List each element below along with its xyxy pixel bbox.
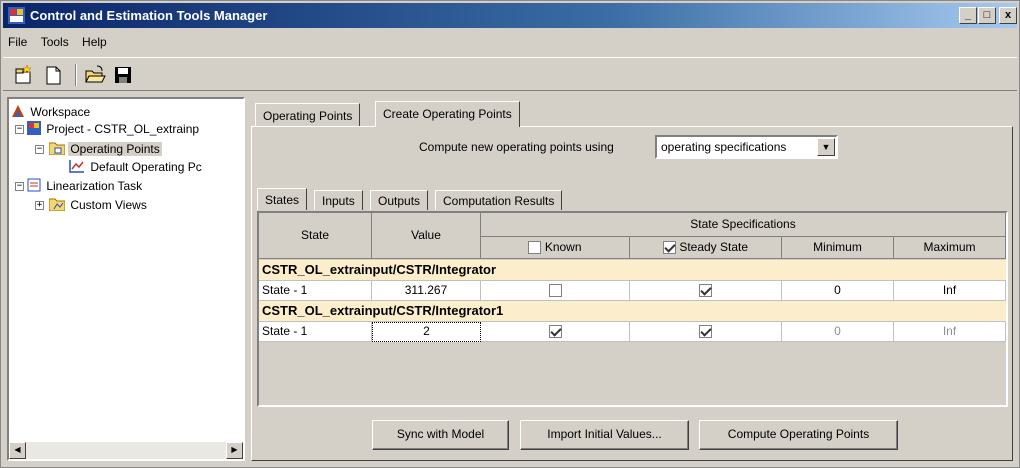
steady-state-checkbox[interactable] <box>699 284 712 298</box>
project-icon <box>27 121 41 135</box>
new-file-icon[interactable] <box>41 63 65 87</box>
scroll-left-icon[interactable]: ◀ <box>9 442 26 459</box>
minimize-button[interactable]: _ <box>959 7 977 24</box>
table-cell-state: State - 1 <box>259 281 372 301</box>
subtab-computation-results[interactable]: Computation Results <box>435 190 563 210</box>
table-cell-maximum: Inf <box>894 322 1006 342</box>
column-header-state[interactable]: State <box>259 213 372 259</box>
column-header-known[interactable]: Known <box>481 237 630 259</box>
toolbar <box>3 57 1017 91</box>
menu-file[interactable]: File <box>3 31 32 49</box>
column-header-steady-state[interactable]: Steady State <box>630 237 782 259</box>
compute-method-select[interactable]: operating specifications ▼ <box>655 135 838 159</box>
tree-node-project[interactable]: Project - CSTR_OL_extrainp <box>27 120 201 138</box>
table-cell-maximum[interactable]: Inf <box>894 281 1006 301</box>
project-tree[interactable]: Workspace − Project - CSTR_OL_extrainp −… <box>7 97 245 461</box>
group-row: CSTR_OL_extrainput/CSTR/Integrator <box>259 260 1006 281</box>
tree-horizontal-scrollbar[interactable]: ◀ ▶ <box>9 442 243 459</box>
create-operating-points-pane: Compute new operating points using opera… <box>251 126 1013 461</box>
app-icon <box>8 7 25 24</box>
title-bar[interactable]: Control and Estimation Tools Manager _ □… <box>3 3 1017 28</box>
tab-operating-points[interactable]: Operating Points <box>255 103 361 127</box>
subtab-inputs[interactable]: Inputs <box>314 190 363 210</box>
table-cell-value[interactable]: 311.267 <box>372 281 481 301</box>
menu-tools[interactable]: Tools <box>36 31 74 49</box>
sync-with-model-button[interactable]: Sync with Model <box>372 420 509 450</box>
tab-create-operating-points[interactable]: Create Operating Points <box>375 101 520 127</box>
open-folder-icon[interactable] <box>83 63 107 87</box>
maximize-button[interactable]: □ <box>978 7 996 24</box>
tree-node-linearization-task[interactable]: Linearization Task <box>27 177 144 195</box>
tree-node-workspace[interactable]: Workspace <box>11 103 92 121</box>
steady-state-header-checkbox[interactable] <box>662 241 676 255</box>
known-header-checkbox[interactable] <box>528 241 542 255</box>
workspace-icon <box>12 105 24 117</box>
main-panel: Operating Points Create Operating Points… <box>251 97 1015 463</box>
scroll-right-icon[interactable]: ▶ <box>226 442 243 459</box>
tree-node-default-operating-point[interactable]: Default Operating Pc <box>69 158 204 176</box>
compute-operating-points-button[interactable]: Compute Operating Points <box>699 420 898 450</box>
chevron-down-icon[interactable]: ▼ <box>817 138 835 156</box>
table-cell-known <box>481 322 630 342</box>
column-header-maximum[interactable]: Maximum <box>894 237 1006 259</box>
column-header-value[interactable]: Value <box>372 213 481 259</box>
column-header-state-specifications: State Specifications <box>481 213 1006 237</box>
table-cell-state: State - 1 <box>259 322 372 342</box>
tree-collapse-operating-points[interactable]: − <box>35 145 44 154</box>
states-table: State Value State Specifications Known S… <box>257 211 1008 407</box>
steady-state-checkbox[interactable] <box>699 325 712 339</box>
subtab-states[interactable]: States <box>257 188 308 210</box>
known-checkbox[interactable] <box>548 325 562 339</box>
main-window: Control and Estimation Tools Manager _ □… <box>0 0 1020 468</box>
column-header-minimum[interactable]: Minimum <box>782 237 894 259</box>
tree-node-custom-views[interactable]: Custom Views <box>48 196 149 214</box>
table-cell-minimum[interactable]: 0 <box>782 281 894 301</box>
save-icon[interactable] <box>111 63 135 87</box>
folder-icon <box>48 142 66 156</box>
table-cell-value[interactable]: 2 <box>372 322 481 342</box>
tree-collapse-linearization[interactable]: − <box>15 182 24 191</box>
table-cell-steady <box>630 281 782 301</box>
import-initial-values-button[interactable]: Import Initial Values... <box>520 420 689 450</box>
table-cell-minimum: 0 <box>782 322 894 342</box>
group-row: CSTR_OL_extrainput/CSTR/Integrator1 <box>259 301 1006 322</box>
toolbar-separator <box>75 64 77 86</box>
new-project-icon[interactable] <box>11 63 35 87</box>
menu-help[interactable]: Help <box>77 31 112 49</box>
folder-icon <box>48 198 66 212</box>
tree-expand-custom-views[interactable]: + <box>35 201 44 210</box>
window-title: Control and Estimation Tools Manager <box>30 8 268 23</box>
table-cell-known <box>481 281 630 301</box>
tree-collapse-project[interactable]: − <box>15 125 24 134</box>
subtab-outputs[interactable]: Outputs <box>370 190 429 210</box>
operating-point-icon <box>69 160 84 173</box>
known-checkbox[interactable] <box>548 284 562 298</box>
compute-label: Compute new operating points using <box>419 140 614 154</box>
menu-bar: File Tools Help <box>3 31 1017 53</box>
tree-node-operating-points[interactable]: Operating Points <box>48 140 162 158</box>
table-cell-steady <box>630 322 782 342</box>
close-button[interactable]: x <box>999 7 1017 24</box>
task-icon <box>27 178 41 192</box>
